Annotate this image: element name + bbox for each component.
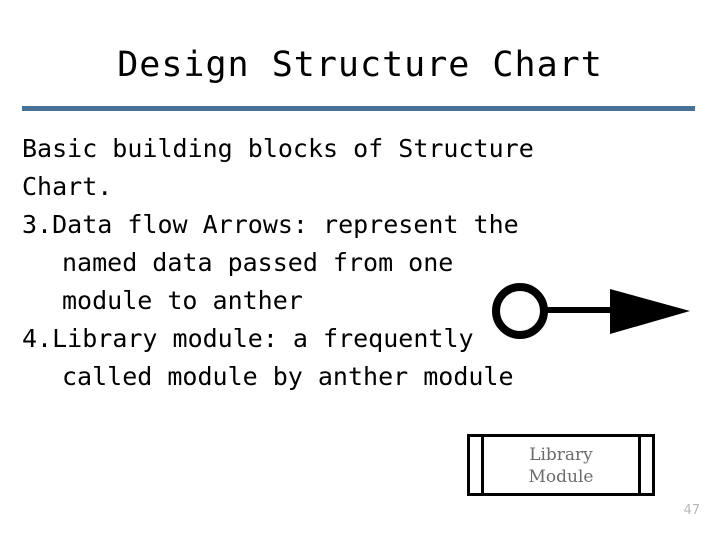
library-module-figure: Library Module <box>467 434 655 496</box>
page-number: 47 <box>683 503 700 518</box>
library-module-right-bar <box>638 437 641 493</box>
slide: Design Structure Chart Basic building bl… <box>0 0 720 540</box>
list-item-4-line-1: Library module: a frequently <box>52 324 474 353</box>
list-item-3-marker: 3. <box>22 210 53 239</box>
page-title: Design Structure Chart <box>117 45 603 85</box>
library-module-label-line-1: Library <box>529 445 593 465</box>
library-module-left-bar <box>481 437 484 493</box>
data-flow-arrow-icon <box>492 283 690 339</box>
list-item-4-line-2: called module by anther module <box>62 362 514 391</box>
list-item-3-line-1: Data flow Arrows: represent the <box>52 210 519 239</box>
list-item-3-line-2: named data passed from one <box>62 248 454 277</box>
arrow-origin-circle <box>492 283 548 339</box>
data-flow-arrow-figure <box>484 278 700 344</box>
library-module-label: Library Module <box>489 440 633 492</box>
list-item-4-marker: 4. <box>22 324 53 353</box>
body-text: Basic building blocks of Structure Chart.… <box>22 130 702 396</box>
title-divider <box>22 106 695 111</box>
intro-line-2: Chart. <box>22 172 113 201</box>
intro-line-1: Basic building blocks of Structure <box>22 134 534 163</box>
intro-paragraph: Basic building blocks of Structure Chart. <box>22 130 702 206</box>
arrow-head <box>610 289 690 334</box>
library-module-label-line-2: Module <box>528 467 594 487</box>
